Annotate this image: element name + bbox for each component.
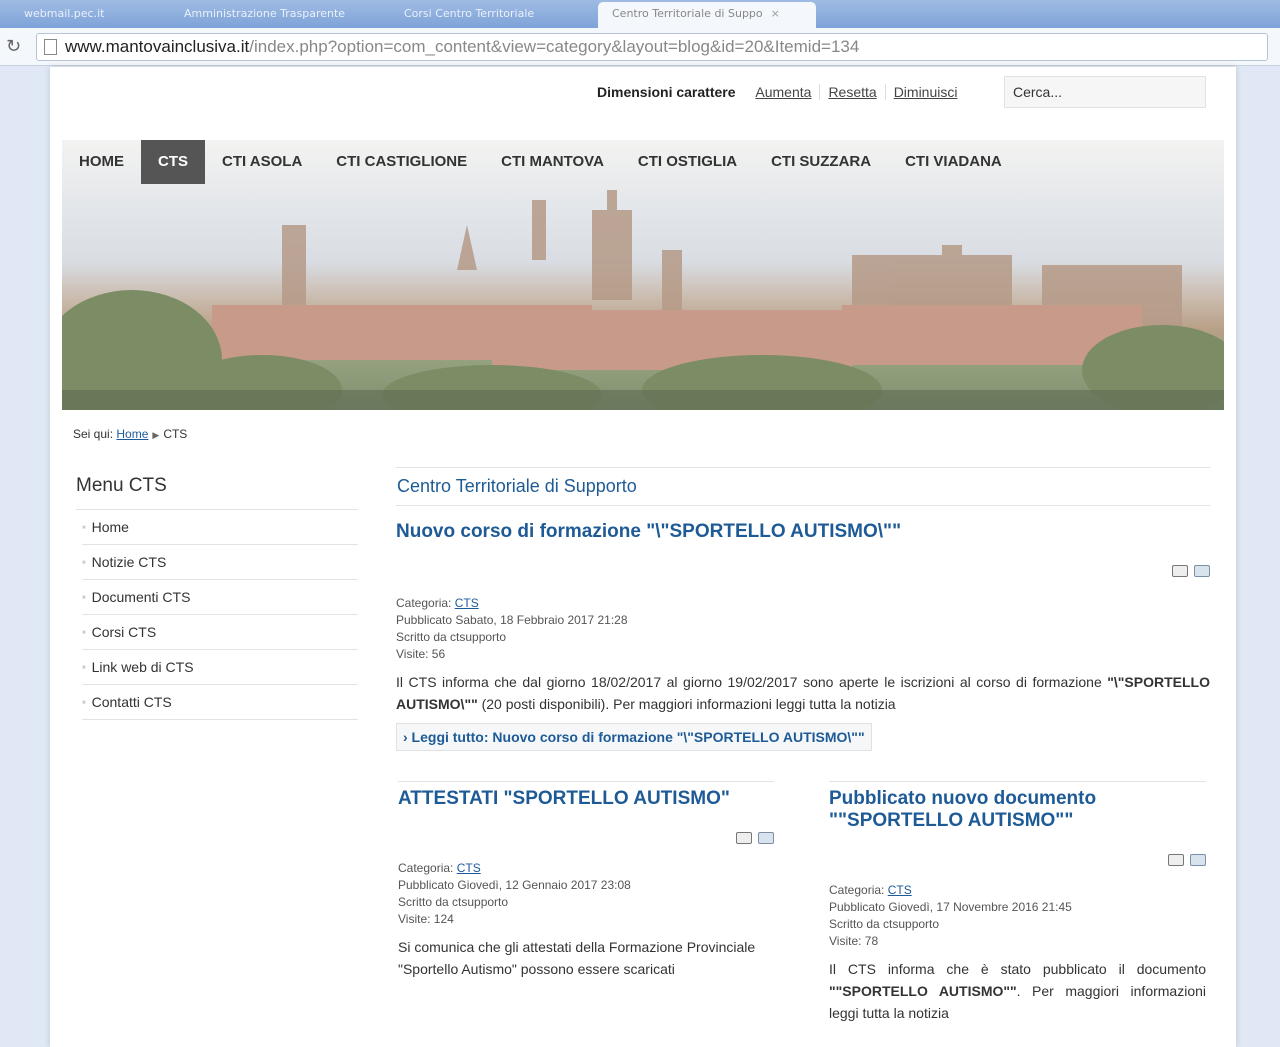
- author: Scritto da ctsupporto: [829, 917, 940, 931]
- print-icon[interactable]: [736, 832, 752, 844]
- nav-item-cti-castiglione[interactable]: CTI CASTIGLIONE: [319, 140, 484, 184]
- category-label: Categoria:: [398, 861, 454, 875]
- article-body: Il CTS informa che è stato pubblicato il…: [829, 958, 1206, 1024]
- tab-label: Corsi Centro Territoriale: [404, 7, 535, 20]
- search-input[interactable]: Cerca...: [1004, 76, 1206, 108]
- breadcrumb-home-link[interactable]: Home: [116, 427, 148, 441]
- author: Scritto da ctsupporto: [396, 630, 507, 644]
- category-label: Categoria:: [396, 596, 452, 610]
- browser-tab[interactable]: Amministrazione Trasparente: [170, 2, 370, 28]
- sidebar-title: Menu CTS: [76, 475, 358, 510]
- web-page: Dimensioni carattere Aumenta Resetta Dimin…: [50, 67, 1236, 1047]
- nav-item-cti-viadana[interactable]: CTI VIADANA: [888, 140, 1019, 184]
- email-icon[interactable]: [758, 832, 774, 844]
- tab-label: Centro Territoriale di Suppo: [612, 7, 763, 20]
- article-column-right: Pubblicato nuovo documento ""SPORTELLO A…: [829, 781, 1206, 1024]
- tab-label: webmail.pec.it: [24, 7, 105, 20]
- breadcrumb: Sei qui: Home ▶ CTS: [73, 427, 187, 441]
- lead-article: Nuovo corso di formazione "\"SPORTELLO A…: [396, 521, 1210, 751]
- url-host: www.mantovainclusiva.it: [65, 37, 250, 56]
- article-meta: Categoria: CTS Pubblicato Giovedì, 17 No…: [829, 882, 1206, 950]
- nav-item-cti-ostiglia[interactable]: CTI OSTIGLIA: [621, 140, 754, 184]
- body-text: Il CTS informa che dal giorno 18/02/2017…: [396, 674, 1108, 690]
- article-icons: [829, 854, 1206, 866]
- sidebar-item-corsi[interactable]: Corsi CTS: [82, 615, 358, 650]
- nav-item-cti-suzzara[interactable]: CTI SUZZARA: [754, 140, 888, 184]
- browser-tab-bar: webmail.pec.it Amministrazione Trasparen…: [0, 0, 1280, 28]
- browser-tab-active[interactable]: Centro Territoriale di Suppo ×: [598, 2, 816, 28]
- visits-count: Visite: 124: [398, 912, 454, 926]
- body-text: (20 posti disponibili). Per maggiori inf…: [477, 696, 896, 712]
- article-body: Si comunica che gli attestati della Form…: [398, 939, 756, 977]
- breadcrumb-prefix: Sei qui:: [73, 427, 114, 441]
- category-title: Centro Territoriale di Supporto: [396, 467, 1210, 506]
- read-more-link[interactable]: › Leggi tutto: Nuovo corso di formazione…: [396, 723, 872, 751]
- print-icon[interactable]: [1168, 854, 1184, 866]
- main-content: Centro Territoriale di Supporto Nuovo co…: [396, 467, 1210, 1041]
- site-header: HOME CTS CTI ASOLA CTI CASTIGLIONE CTI M…: [62, 140, 1224, 410]
- url-path: /index.php?option=com_content&view=categ…: [249, 37, 860, 56]
- nav-item-cts[interactable]: CTS: [141, 140, 205, 184]
- font-size-controls: Dimensioni carattere Aumenta Resetta Dimin…: [597, 84, 965, 100]
- category-link[interactable]: CTS: [457, 861, 481, 875]
- sidebar-item-home[interactable]: Home: [82, 510, 358, 545]
- category-label: Categoria:: [829, 883, 885, 897]
- nav-item-cti-mantova[interactable]: CTI MANTOVA: [484, 140, 621, 184]
- font-reset-link[interactable]: Resetta: [820, 84, 886, 100]
- page-icon: [44, 39, 57, 55]
- article-icons: [396, 565, 1210, 577]
- article-title[interactable]: ATTESTATI "SPORTELLO AUTISMO": [398, 788, 774, 810]
- category-link[interactable]: CTS: [888, 883, 912, 897]
- sidebar-item-contatti[interactable]: Contatti CTS: [82, 685, 358, 720]
- breadcrumb-arrow-icon: ▶: [152, 430, 160, 440]
- publish-date: Pubblicato Sabato, 18 Febbraio 2017 21:2…: [396, 613, 628, 627]
- font-size-label: Dimensioni carattere: [597, 84, 736, 100]
- body-text: Il CTS informa che è stato pubblicato il…: [829, 961, 1206, 977]
- sidebar-item-notizie[interactable]: Notizie CTS: [82, 545, 358, 580]
- article-title[interactable]: Pubblicato nuovo documento ""SPORTELLO A…: [829, 788, 1206, 832]
- breadcrumb-current: CTS: [163, 427, 188, 441]
- tab-label: Amministrazione Trasparente: [184, 7, 346, 20]
- nav-item-cti-asola[interactable]: CTI ASOLA: [205, 140, 319, 184]
- article-title[interactable]: Nuovo corso di formazione "\"SPORTELLO A…: [396, 521, 1210, 543]
- publish-date: Pubblicato Giovedì, 12 Gennaio 2017 23:0…: [398, 878, 631, 892]
- author: Scritto da ctsupporto: [398, 895, 509, 909]
- visits-count: Visite: 78: [829, 934, 879, 948]
- sidebar-menu: Menu CTS Home Notizie CTS Documenti CTS …: [76, 475, 358, 720]
- close-tab-icon[interactable]: ×: [771, 7, 780, 20]
- font-decrease-link[interactable]: Diminuisci: [886, 84, 966, 100]
- email-icon[interactable]: [1194, 565, 1210, 577]
- font-increase-link[interactable]: Aumenta: [747, 84, 821, 100]
- publish-date: Pubblicato Giovedì, 17 Novembre 2016 21:…: [829, 900, 1072, 914]
- article-icons: [398, 832, 774, 844]
- address-toolbar: ↻ www.mantovainclusiva.it/index.php?opti…: [0, 28, 1280, 66]
- article-body: Il CTS informa che dal giorno 18/02/2017…: [396, 671, 1210, 715]
- reload-icon[interactable]: ↻: [6, 36, 21, 57]
- article-meta: Categoria: CTS Pubblicato Sabato, 18 Feb…: [396, 595, 1210, 663]
- browser-tab[interactable]: Corsi Centro Territoriale: [390, 2, 590, 28]
- article-meta: Categoria: CTS Pubblicato Giovedì, 12 Ge…: [398, 860, 774, 928]
- article-column-left: ATTESTATI "SPORTELLO AUTISMO" Categoria:…: [398, 781, 774, 980]
- sidebar-item-documenti[interactable]: Documenti CTS: [82, 580, 358, 615]
- category-link[interactable]: CTS: [455, 596, 479, 610]
- email-icon[interactable]: [1190, 854, 1206, 866]
- sidebar-item-link-web[interactable]: Link web di CTS: [82, 650, 358, 685]
- print-icon[interactable]: [1172, 565, 1188, 577]
- nav-item-home[interactable]: HOME: [62, 140, 141, 184]
- address-bar[interactable]: www.mantovainclusiva.it/index.php?option…: [36, 33, 1268, 61]
- article-columns: ATTESTATI "SPORTELLO AUTISMO" Categoria:…: [396, 781, 1210, 1041]
- browser-tab[interactable]: webmail.pec.it: [10, 2, 150, 28]
- main-nav: HOME CTS CTI ASOLA CTI CASTIGLIONE CTI M…: [62, 140, 1019, 184]
- visits-count: Visite: 56: [396, 647, 446, 661]
- body-bold: ""SPORTELLO AUTISMO"": [829, 983, 1017, 999]
